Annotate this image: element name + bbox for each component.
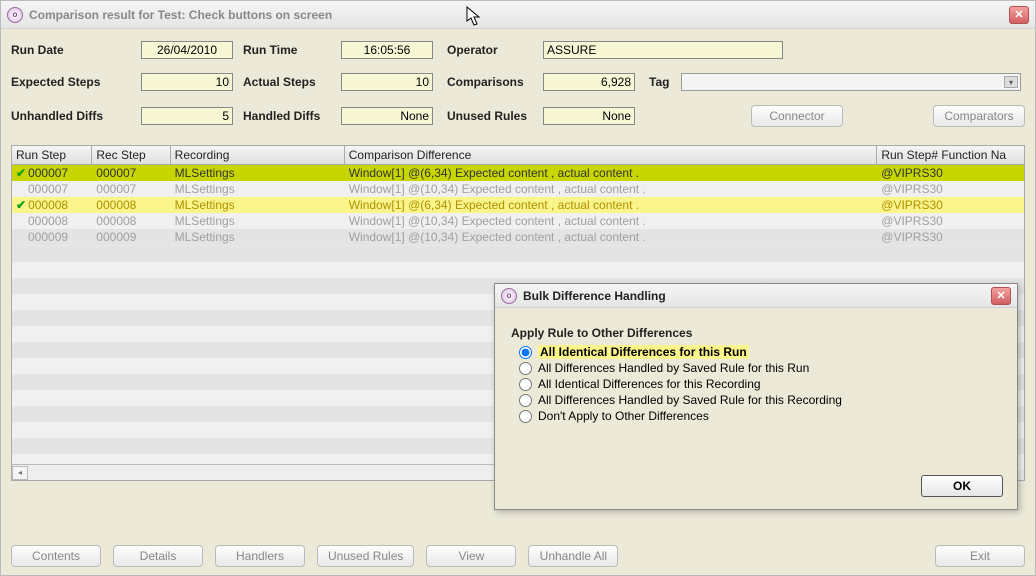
footer-toolbar: Contents Details Handlers Unused Rules V…	[11, 545, 1025, 567]
comparisons-label: Comparisons	[433, 75, 543, 89]
radio-option[interactable]: All Identical Differences for this Run	[511, 344, 1001, 360]
unhandled-diffs-label: Unhandled Diffs	[11, 109, 141, 123]
check-icon: ✔	[16, 198, 26, 212]
app-icon: o	[501, 288, 517, 304]
radio-input[interactable]	[519, 346, 532, 359]
scroll-left-icon[interactable]: ◂	[12, 466, 28, 480]
dialog-group-label: Apply Rule to Other Differences	[511, 326, 1001, 340]
operator-field[interactable]: ASSURE	[543, 41, 783, 59]
table-header: Run Step Rec Step Recording Comparison D…	[12, 146, 1024, 165]
exit-button[interactable]: Exit	[935, 545, 1025, 567]
table-row[interactable]: ✔000008000008MLSettingsWindow[1] @(6,34)…	[12, 197, 1024, 213]
unhandle-all-button[interactable]: Unhandle All	[528, 545, 618, 567]
connector-button[interactable]: Connector	[751, 105, 843, 127]
run-time-label: Run Time	[233, 43, 341, 57]
expected-steps-field[interactable]: 10	[141, 73, 233, 91]
radio-input[interactable]	[519, 410, 532, 423]
col-run-step[interactable]: Run Step	[12, 146, 92, 164]
run-time-field[interactable]: 16:05:56	[341, 41, 433, 59]
radio-input[interactable]	[519, 394, 532, 407]
comparisons-field[interactable]: 6,928	[543, 73, 635, 91]
expected-steps-label: Expected Steps	[11, 75, 141, 89]
bulk-diff-dialog: o Bulk Difference Handling ✕ Apply Rule …	[494, 283, 1018, 510]
radio-label: All Differences Handled by Saved Rule fo…	[538, 393, 842, 407]
handled-diffs-field[interactable]: None	[341, 107, 433, 125]
unused-rules-field[interactable]: None	[543, 107, 635, 125]
contents-button[interactable]: Contents	[11, 545, 101, 567]
table-row[interactable]: ✔000007000007MLSettingsWindow[1] @(6,34)…	[12, 165, 1024, 181]
col-func[interactable]: Run Step# Function Na	[877, 146, 1024, 164]
operator-label: Operator	[433, 43, 543, 57]
dialog-body: Apply Rule to Other Differences All Iden…	[495, 308, 1017, 434]
col-diff[interactable]: Comparison Difference	[345, 146, 878, 164]
actual-steps-label: Actual Steps	[233, 75, 341, 89]
app-icon: o	[7, 7, 23, 23]
col-recording[interactable]: Recording	[171, 146, 345, 164]
dialog-title: Bulk Difference Handling	[523, 289, 991, 303]
radio-option[interactable]: All Identical Differences for this Recor…	[511, 376, 1001, 392]
view-button[interactable]: View	[426, 545, 516, 567]
table-row[interactable]: 000007000007MLSettingsWindow[1] @(10,34)…	[12, 181, 1024, 197]
details-button[interactable]: Details	[113, 545, 203, 567]
main-titlebar: o Comparison result for Test: Check butt…	[1, 1, 1035, 29]
table-row[interactable]: 000009000009MLSettingsWindow[1] @(10,34)…	[12, 229, 1024, 245]
actual-steps-field[interactable]: 10	[341, 73, 433, 91]
radio-input[interactable]	[519, 362, 532, 375]
ok-button[interactable]: OK	[921, 475, 1003, 497]
radio-input[interactable]	[519, 378, 532, 391]
check-icon: ✔	[16, 166, 26, 180]
dialog-titlebar: o Bulk Difference Handling ✕	[495, 284, 1017, 308]
radio-option[interactable]: All Differences Handled by Saved Rule fo…	[511, 360, 1001, 376]
unhandled-diffs-field[interactable]: 5	[141, 107, 233, 125]
window-title: Comparison result for Test: Check button…	[29, 8, 1009, 22]
chevron-down-icon[interactable]: ▾	[1004, 76, 1018, 88]
tag-dropdown[interactable]: ▾	[681, 73, 1021, 91]
radio-option[interactable]: Don't Apply to Other Differences	[511, 408, 1001, 424]
handlers-button[interactable]: Handlers	[215, 545, 305, 567]
run-date-label: Run Date	[11, 43, 141, 57]
col-rec-step[interactable]: Rec Step	[92, 146, 170, 164]
unused-rules-button[interactable]: Unused Rules	[317, 545, 414, 567]
unused-rules-label: Unused Rules	[433, 109, 543, 123]
radio-label: All Identical Differences for this Run	[538, 345, 749, 359]
radio-label: Don't Apply to Other Differences	[538, 409, 709, 423]
comparators-button[interactable]: Comparators	[933, 105, 1025, 127]
radio-label: All Differences Handled by Saved Rule fo…	[538, 361, 809, 375]
table-body: ✔000007000007MLSettingsWindow[1] @(6,34)…	[12, 165, 1024, 245]
handled-diffs-label: Handled Diffs	[233, 109, 341, 123]
table-row[interactable]: 000008000008MLSettingsWindow[1] @(10,34)…	[12, 213, 1024, 229]
radio-option[interactable]: All Differences Handled by Saved Rule fo…	[511, 392, 1001, 408]
close-icon[interactable]: ✕	[991, 287, 1011, 305]
run-date-field[interactable]: 26/04/2010	[141, 41, 233, 59]
radio-label: All Identical Differences for this Recor…	[538, 377, 761, 391]
close-icon[interactable]: ✕	[1009, 6, 1029, 24]
tag-label: Tag	[635, 75, 681, 89]
